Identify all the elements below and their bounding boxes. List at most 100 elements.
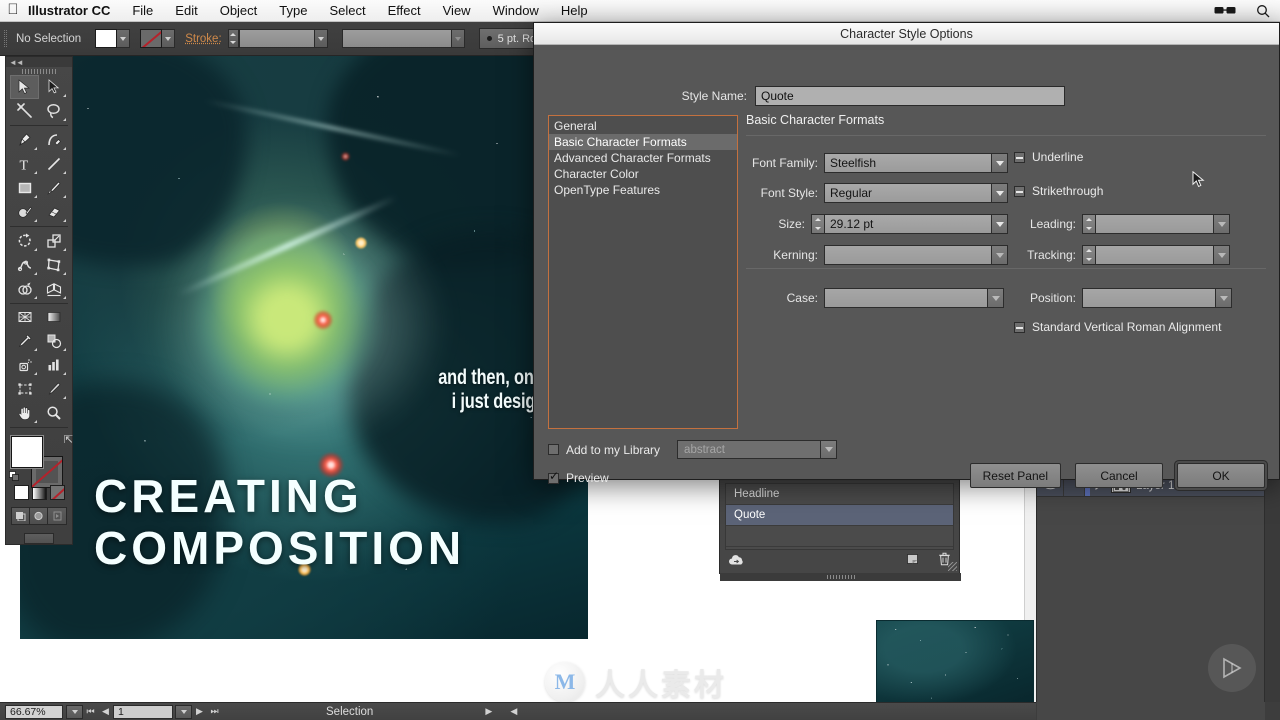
- chevron-down-icon[interactable]: [1213, 215, 1229, 233]
- width-tool[interactable]: [10, 253, 39, 277]
- lasso-tool[interactable]: [39, 99, 68, 123]
- roman-alignment-row[interactable]: Standard Vertical Roman Alignment: [1014, 320, 1221, 334]
- full-screen-mode-icon[interactable]: [48, 507, 66, 524]
- reset-panel-button[interactable]: Reset Panel: [969, 463, 1061, 488]
- strikethrough-row[interactable]: Strikethrough: [1014, 184, 1254, 198]
- leading-input[interactable]: [1095, 214, 1230, 234]
- font-family-dropdown[interactable]: Steelfish: [824, 153, 1008, 173]
- tools-panel-footer[interactable]: [24, 532, 54, 544]
- artboard-dropdown-button[interactable]: [175, 704, 192, 719]
- curvature-tool[interactable]: [39, 128, 68, 152]
- tools-collapse-header[interactable]: ◄◄: [6, 57, 72, 68]
- underline-checkbox[interactable]: [1014, 151, 1025, 163]
- category-opentype-features[interactable]: OpenType Features: [549, 182, 737, 198]
- shape-builder-tool[interactable]: [10, 277, 39, 301]
- menu-item-view[interactable]: View: [432, 3, 482, 18]
- tools-drag-grip[interactable]: [6, 67, 72, 75]
- line-segment-tool[interactable]: [39, 152, 68, 176]
- menu-item-edit[interactable]: Edit: [164, 3, 208, 18]
- chevron-down-icon[interactable]: [1215, 289, 1231, 307]
- fill-stroke-controls[interactable]: ⇱: [9, 434, 73, 489]
- zoom-dropdown-button[interactable]: [66, 704, 83, 719]
- kerning-dropdown[interactable]: [824, 245, 1008, 265]
- zoom-level-input[interactable]: 66.67%: [5, 704, 63, 719]
- cancel-button[interactable]: Cancel: [1075, 463, 1163, 488]
- chevron-down-icon[interactable]: [991, 246, 1007, 264]
- stroke-profile-dropdown-arrow[interactable]: [451, 29, 465, 48]
- library-dropdown[interactable]: abstract: [677, 440, 838, 459]
- eyedropper-tool[interactable]: [10, 329, 39, 353]
- chevron-down-icon[interactable]: [991, 215, 1007, 233]
- direct-selection-tool[interactable]: [39, 75, 68, 99]
- chevron-down-icon[interactable]: [820, 441, 837, 458]
- full-screen-with-menu-icon[interactable]: [30, 507, 48, 524]
- position-dropdown[interactable]: [1082, 288, 1232, 308]
- new-style-icon[interactable]: [906, 553, 920, 571]
- stroke-weight-input[interactable]: [238, 29, 315, 48]
- leading-stepper[interactable]: [1082, 214, 1095, 234]
- status-tool-label[interactable]: Selection: [326, 706, 373, 718]
- rectangle-tool[interactable]: [10, 176, 39, 200]
- tools-panel[interactable]: ◄◄ T ⇱: [5, 56, 73, 545]
- artboard[interactable]: and then, one day, i just designed it CR…: [20, 56, 588, 639]
- type-tool[interactable]: T: [10, 152, 39, 176]
- character-styles-panel[interactable]: Headline Quote: [719, 478, 961, 581]
- menu-item-type[interactable]: Type: [268, 3, 318, 18]
- add-to-library-checkbox[interactable]: [548, 444, 559, 455]
- strikethrough-checkbox[interactable]: [1014, 185, 1025, 197]
- stroke-link-label[interactable]: Stroke:: [185, 33, 221, 45]
- ok-button[interactable]: OK: [1177, 463, 1265, 488]
- fill-dropdown-arrow[interactable]: [117, 29, 131, 48]
- eraser-tool[interactable]: [39, 200, 68, 224]
- app-name-label[interactable]: Illustrator CC: [26, 3, 121, 18]
- hand-tool[interactable]: [10, 401, 39, 425]
- font-style-dropdown[interactable]: Regular: [824, 183, 1008, 203]
- paintbrush-tool[interactable]: [39, 176, 68, 200]
- case-dropdown[interactable]: [824, 288, 1004, 308]
- character-styles-footer[interactable]: [720, 550, 959, 573]
- zoom-tool[interactable]: [39, 401, 68, 425]
- status-menu-arrow-left[interactable]: ◀: [506, 704, 521, 720]
- fill-swatch[interactable]: [95, 29, 118, 48]
- cc-library-icon[interactable]: [728, 553, 744, 571]
- free-transform-tool[interactable]: [39, 253, 68, 277]
- magic-wand-tool[interactable]: [10, 99, 39, 123]
- menu-item-file[interactable]: File: [121, 3, 164, 18]
- menu-item-help[interactable]: Help: [550, 3, 599, 18]
- previous-artboard-button[interactable]: ◀: [98, 704, 113, 720]
- stroke-swatch[interactable]: [140, 29, 163, 48]
- size-stepper[interactable]: [811, 214, 824, 234]
- artboard-number-input[interactable]: 1: [113, 704, 173, 719]
- toolbox-fill-swatch[interactable]: [11, 436, 43, 469]
- size-input[interactable]: 29.12 pt: [824, 214, 1008, 234]
- preview-checkbox[interactable]: [548, 470, 559, 484]
- symbol-sprayer-tool[interactable]: [10, 353, 39, 377]
- menu-item-select[interactable]: Select: [318, 3, 376, 18]
- stroke-weight-stepper[interactable]: [227, 29, 239, 48]
- menu-item-object[interactable]: Object: [209, 3, 269, 18]
- control-bar-grip[interactable]: [2, 25, 10, 53]
- glasses-icon[interactable]: [1204, 5, 1246, 16]
- character-style-row-quote[interactable]: Quote: [726, 505, 953, 526]
- dialog-title-bar[interactable]: Character Style Options: [534, 23, 1279, 45]
- character-style-row-headline[interactable]: Headline: [726, 484, 953, 505]
- perspective-grid-tool[interactable]: [39, 277, 68, 301]
- category-advanced-character-formats[interactable]: Advanced Character Formats: [549, 150, 737, 166]
- tracking-input[interactable]: [1095, 245, 1230, 265]
- none-swatch-icon[interactable]: [49, 484, 65, 500]
- stroke-weight-dropdown-arrow[interactable]: [314, 29, 328, 48]
- category-general[interactable]: General: [549, 118, 737, 134]
- category-list[interactable]: General Basic Character Formats Advanced…: [548, 115, 738, 429]
- chevron-down-icon[interactable]: [987, 289, 1003, 307]
- panel-resize-grip[interactable]: [948, 562, 957, 571]
- character-style-row-empty[interactable]: [726, 526, 953, 547]
- selection-tool[interactable]: [10, 74, 39, 99]
- column-graph-tool[interactable]: [39, 353, 68, 377]
- style-name-input[interactable]: Quote: [755, 86, 1065, 106]
- underline-row[interactable]: Underline: [1014, 150, 1254, 164]
- menu-item-window[interactable]: Window: [482, 3, 550, 18]
- pen-tool[interactable]: [10, 128, 39, 152]
- default-fill-stroke-icon[interactable]: [9, 469, 20, 481]
- chevron-down-icon[interactable]: [991, 154, 1007, 172]
- category-character-color[interactable]: Character Color: [549, 166, 737, 182]
